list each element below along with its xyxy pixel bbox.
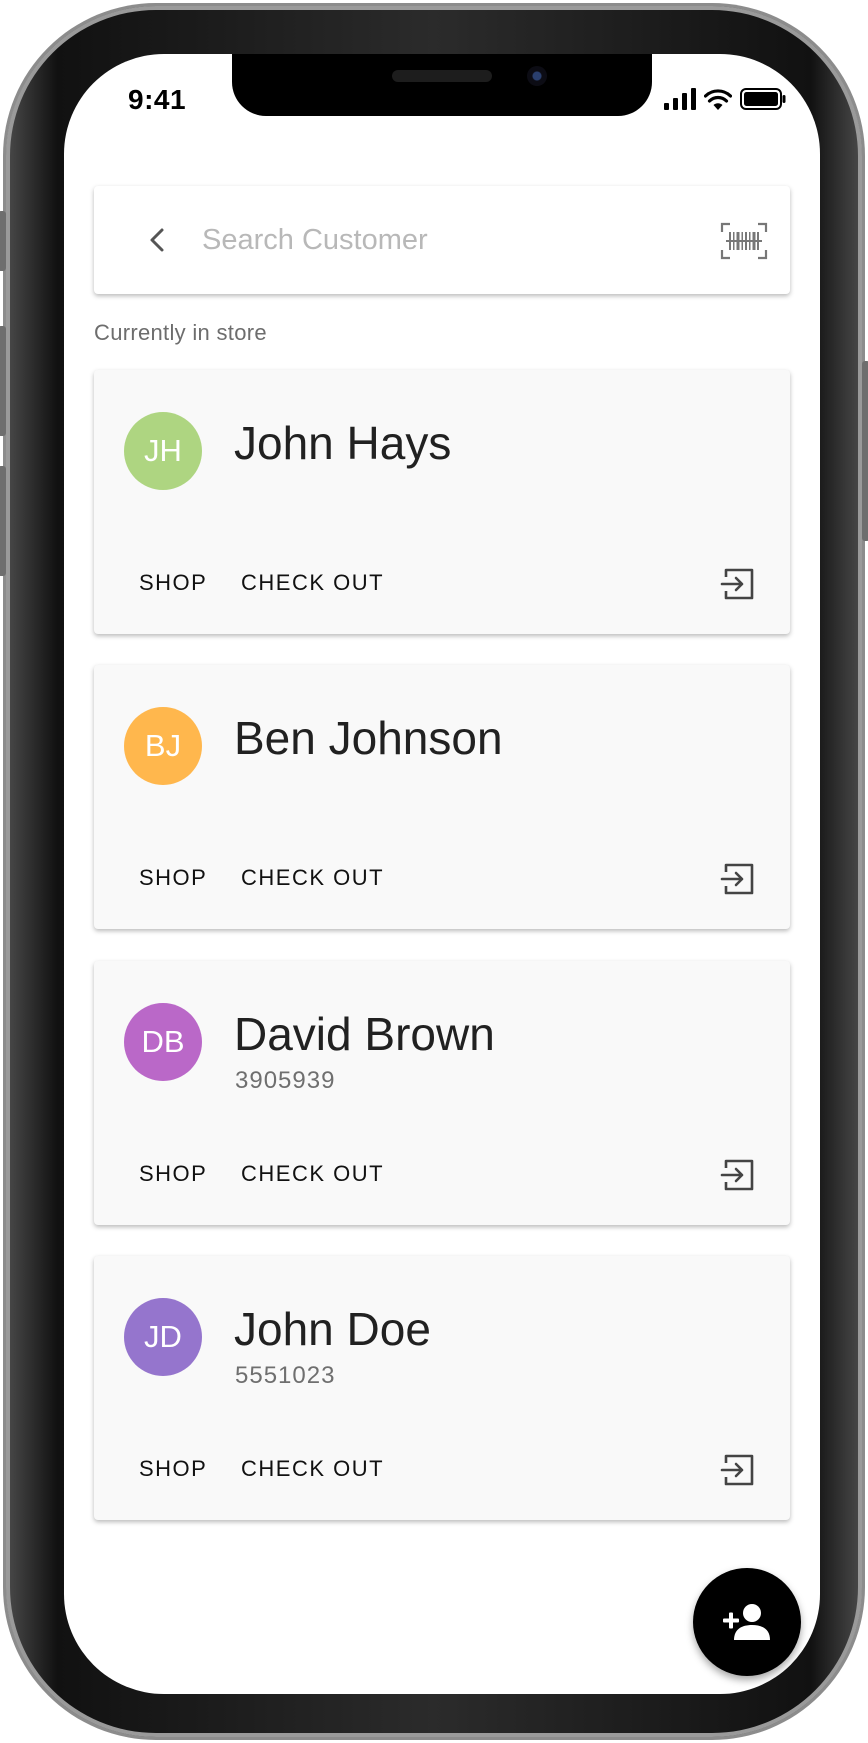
- customer-card: JD John Doe 5551023 SHOP CHECK OUT: [94, 1256, 790, 1520]
- customer-name: David Brown: [234, 1008, 495, 1060]
- section-title: Currently in store: [94, 320, 267, 345]
- shop-button[interactable]: SHOP: [139, 570, 207, 596]
- check-out-button[interactable]: CHECK OUT: [241, 1456, 384, 1482]
- check-out-button[interactable]: CHECK OUT: [241, 865, 384, 891]
- avatar: BJ: [124, 707, 202, 785]
- exit-to-app-icon[interactable]: [720, 566, 756, 602]
- customer-card: JH John Hays SHOP CHECK OUT: [94, 370, 790, 634]
- shop-button[interactable]: SHOP: [139, 1456, 207, 1482]
- barcode-scan-icon[interactable]: [720, 222, 768, 260]
- avatar: JH: [124, 412, 202, 490]
- avatar: DB: [124, 1003, 202, 1081]
- customer-card: BJ Ben Johnson SHOP CHECK OUT: [94, 665, 790, 929]
- exit-to-app-icon[interactable]: [720, 1452, 756, 1488]
- customer-id: 3905939: [235, 1067, 336, 1094]
- battery-icon: [740, 88, 786, 110]
- avatar: JD: [124, 1298, 202, 1376]
- shop-button[interactable]: SHOP: [139, 865, 207, 891]
- volume-up-button: [0, 326, 6, 436]
- power-button: [862, 361, 868, 541]
- wifi-icon: [704, 89, 732, 110]
- shop-button[interactable]: SHOP: [139, 1161, 207, 1187]
- status-time: 9:41: [128, 84, 187, 115]
- check-out-button[interactable]: CHECK OUT: [241, 570, 384, 596]
- exit-to-app-icon[interactable]: [720, 1157, 756, 1193]
- status-icons: [664, 88, 786, 110]
- mute-switch: [0, 211, 6, 271]
- phone-screen: 9:41 Search Customer Currently in store …: [64, 54, 820, 1694]
- phone-frame: 9:41 Search Customer Currently in store …: [0, 6, 868, 1737]
- front-camera: [527, 66, 547, 86]
- notch: [232, 54, 652, 116]
- speaker-grille: [392, 70, 492, 82]
- customer-id: 5551023: [235, 1362, 336, 1389]
- customer-card: DB David Brown 3905939 SHOP CHECK OUT: [94, 961, 790, 1225]
- customer-name: John Doe: [234, 1303, 431, 1355]
- volume-down-button: [0, 466, 6, 576]
- check-out-button[interactable]: CHECK OUT: [241, 1161, 384, 1187]
- exit-to-app-icon[interactable]: [720, 861, 756, 897]
- person-add-icon: [723, 1604, 770, 1640]
- search-bar: [94, 186, 790, 294]
- search-input[interactable]: [200, 214, 674, 266]
- customer-name: Ben Johnson: [234, 712, 503, 764]
- chevron-left-icon[interactable]: [140, 222, 172, 258]
- add-customer-button[interactable]: [693, 1568, 801, 1676]
- signal-icon: [664, 88, 696, 110]
- customer-name: John Hays: [234, 417, 452, 469]
